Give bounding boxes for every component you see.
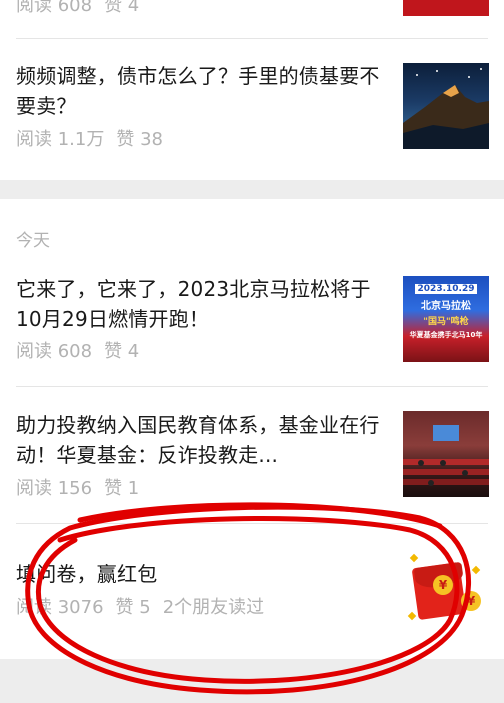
article-meta: 阅读 608 赞 4 xyxy=(16,0,139,18)
article-title[interactable]: 频频调整，债市怎么了？手里的债基要不要卖？ xyxy=(16,61,388,121)
read-count: 阅读 608 xyxy=(16,341,93,362)
like-count: 赞 4 xyxy=(104,0,140,16)
read-count: 阅读 1.1万 xyxy=(16,129,105,150)
divider xyxy=(16,38,488,39)
article-meta: 阅读 608 赞 4 xyxy=(16,340,139,364)
sparkle-icon xyxy=(409,553,419,563)
read-count: 阅读 156 xyxy=(16,478,93,499)
sparkle-icon xyxy=(471,565,481,575)
article-title[interactable]: 它来了，它来了，2023北京马拉松将于10月29日燃情开跑！ xyxy=(16,274,388,334)
article-thumbnail[interactable] xyxy=(403,411,489,497)
section-date-label: 今天 xyxy=(16,231,50,251)
article-title[interactable]: 助力投教纳入国民教育体系，基金业在行动！华夏基金：反诈投教走... xyxy=(16,410,388,470)
thumb-title: 北京马拉松 xyxy=(421,301,471,312)
mountain-image xyxy=(403,68,489,149)
like-count: 赞 5 xyxy=(115,597,151,618)
friends-read: 2个朋友读过 xyxy=(162,597,265,618)
thumb-date: 2023.10.29 xyxy=(414,284,478,294)
article-title[interactable]: 填问卷，赢红包 xyxy=(16,559,388,589)
article-meta: 阅读 1.1万赞 38 xyxy=(16,128,163,152)
like-count: 赞 38 xyxy=(116,129,163,150)
read-count: 阅读 3076 xyxy=(16,597,104,618)
thumb-subtitle: "国马"鸣枪 xyxy=(423,317,469,327)
divider xyxy=(16,386,488,387)
read-count: 阅读 608 xyxy=(16,0,93,16)
thumb-caption: 华夏基金携手北马10年 xyxy=(409,331,483,339)
article-thumbnail[interactable] xyxy=(403,63,489,149)
today-section-card: 今天 它来了，它来了，2023北京马拉松将于10月29日燃情开跑！ 阅读 608… xyxy=(0,199,504,659)
coin-icon: ¥ xyxy=(433,575,453,595)
article-meta: 阅读 3076 赞 5 2个朋友读过 xyxy=(16,596,264,620)
meeting-image xyxy=(403,425,489,486)
divider xyxy=(16,523,488,524)
coin-icon: ¥ xyxy=(461,591,481,611)
like-count: 赞 4 xyxy=(104,341,140,362)
article-thumbnail[interactable] xyxy=(403,0,489,16)
sparkle-icon xyxy=(407,611,417,621)
like-count: 赞 1 xyxy=(104,478,140,499)
prev-section-card: 阅读 608 赞 4 频频调整，债市怎么了？手里的债基要不要卖？ 阅读 1.1万赞… xyxy=(0,0,504,180)
article-thumbnail[interactable]: ¥ ¥ xyxy=(403,547,489,633)
article-meta: 阅读 156 赞 1 xyxy=(16,477,139,501)
article-thumbnail[interactable]: 2023.10.29 北京马拉松 "国马"鸣枪 华夏基金携手北马10年 xyxy=(403,276,489,362)
